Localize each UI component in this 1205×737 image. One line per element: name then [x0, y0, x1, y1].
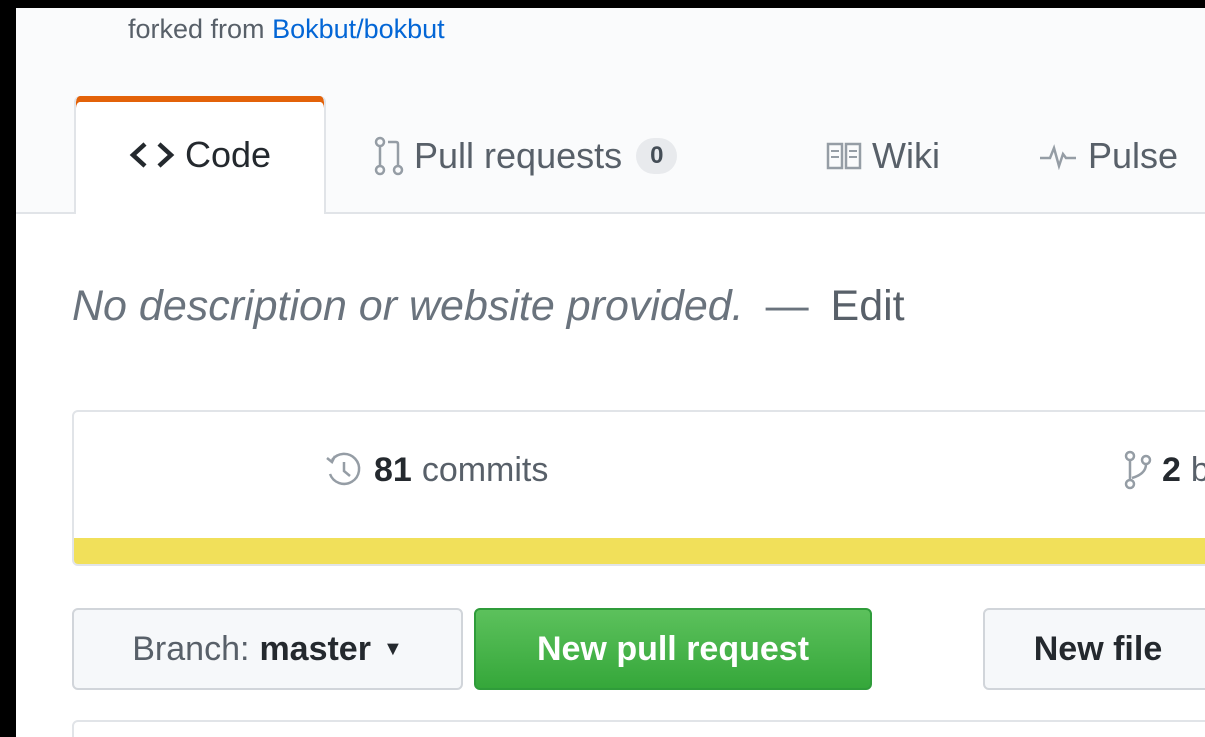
branch-select-button[interactable]: Branch: master ▼ [72, 608, 463, 690]
file-list [72, 720, 1205, 737]
new-file-button[interactable]: New file [983, 608, 1205, 690]
commits-link[interactable]: 81 commits [324, 450, 548, 490]
description-dash: — [765, 282, 809, 330]
description-text: No description or website provided. [72, 282, 744, 330]
commits-count: 81 [374, 450, 412, 489]
fork-prefix: forked from [128, 14, 265, 44]
new-pull-request-button[interactable]: New pull request [474, 608, 872, 690]
caret-down-icon: ▼ [382, 637, 403, 660]
tab-code[interactable]: Code [74, 96, 326, 214]
tab-pull-requests[interactable]: Pull requests 0 [374, 96, 678, 216]
pull-request-icon [374, 136, 404, 176]
repo-page: forked from Bokbut/bokbut Code Pull requ… [16, 8, 1205, 737]
tab-code-label: Code [184, 134, 272, 175]
fork-source-link[interactable]: Bokbut/bokbut [272, 14, 445, 44]
language-bar[interactable] [74, 538, 1205, 564]
edit-description-link[interactable]: Edit [831, 282, 905, 330]
history-icon [324, 450, 364, 490]
repo-description: No description or website provided. — Ed… [72, 282, 905, 331]
branches-link[interactable]: 2 branches [1124, 450, 1205, 490]
pulse-icon [1038, 142, 1078, 170]
branch-icon [1124, 450, 1152, 490]
tab-pulse[interactable]: Pulse [1038, 96, 1178, 216]
branches-label: branches [1191, 451, 1205, 490]
branch-name: master [259, 629, 371, 668]
branches-count: 2 [1162, 450, 1181, 489]
commits-label: commits [421, 450, 549, 489]
tab-pulse-label: Pulse [1088, 135, 1179, 176]
fork-info: forked from Bokbut/bokbut [128, 14, 445, 45]
pull-requests-count: 0 [636, 138, 678, 174]
tab-wiki[interactable]: Wiki [826, 96, 940, 216]
tab-pull-requests-label: Pull requests [414, 135, 623, 176]
repo-header: forked from Bokbut/bokbut Code Pull requ… [16, 8, 1205, 214]
branch-prefix: Branch: [132, 629, 250, 668]
code-icon [129, 141, 175, 169]
book-icon [826, 141, 862, 171]
tab-wiki-label: Wiki [872, 135, 940, 176]
repo-summary: 81 commits 2 branches [72, 410, 1205, 566]
